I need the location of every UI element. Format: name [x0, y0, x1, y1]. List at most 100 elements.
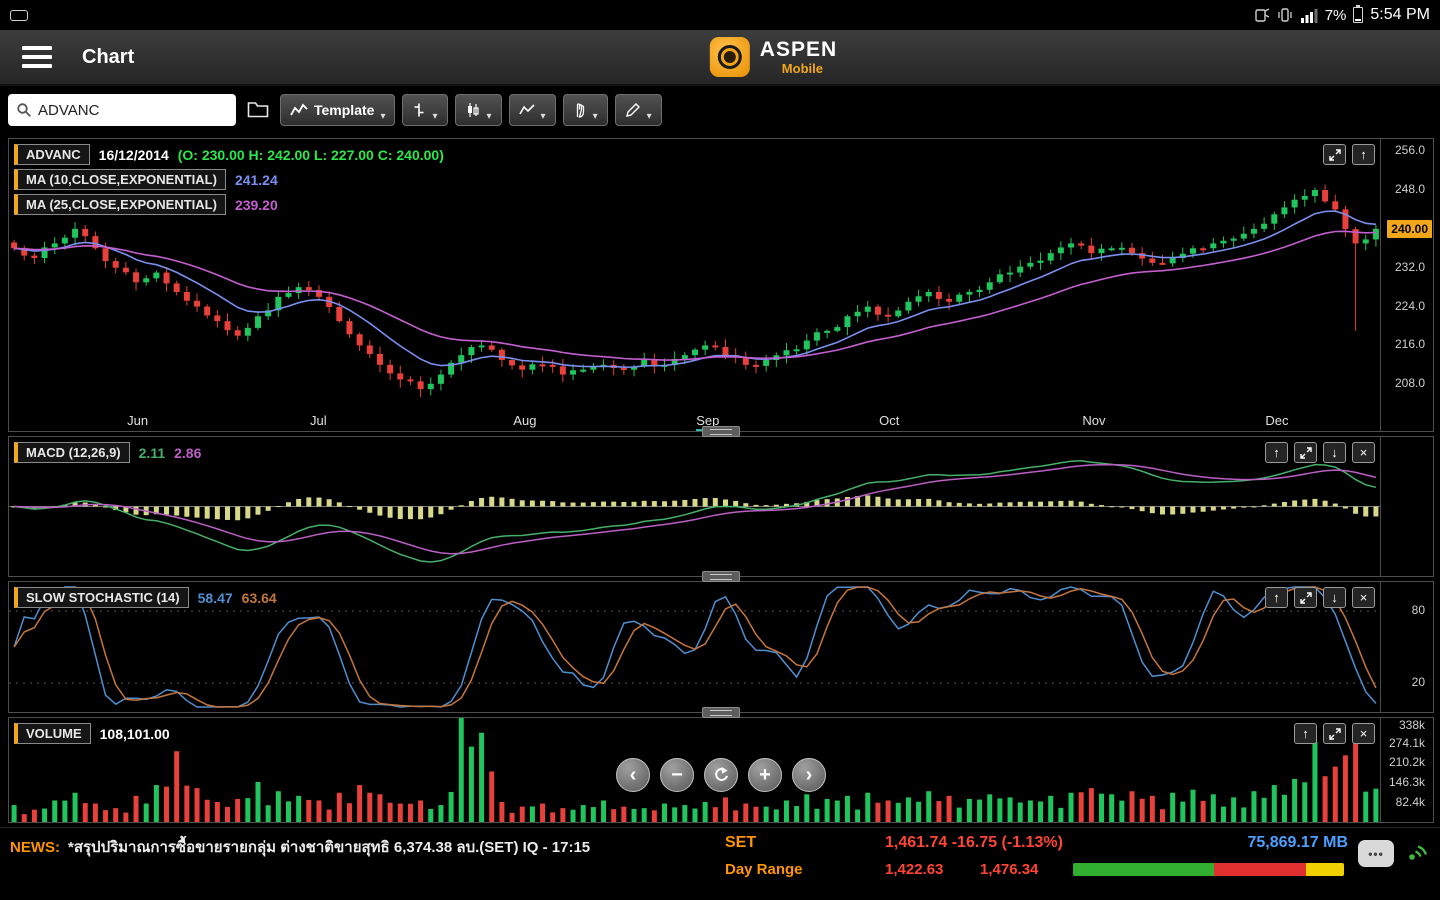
ohlc-style-dropdown[interactable]: ▾ — [402, 94, 448, 126]
broadcast-button[interactable] — [1406, 841, 1432, 868]
move-panel-up-button[interactable]: ↑ — [1265, 587, 1288, 608]
move-panel-up-button[interactable]: ↑ — [1294, 723, 1317, 744]
open-chart-button[interactable] — [243, 98, 273, 123]
chart-nav-controls: ‹ − + › — [616, 758, 826, 792]
ma25-value: 239.20 — [234, 196, 278, 213]
panel-resize-handle[interactable] — [702, 707, 740, 718]
zoom-in-button[interactable]: + — [748, 758, 782, 792]
template-dropdown[interactable]: Template ▾ — [280, 94, 396, 126]
stochastic-axis-label: 80 — [1411, 603, 1425, 617]
price-axis: 256.0 248.0 232.0 224.0 216.0 208.0 — [1381, 139, 1433, 431]
chevron-down-icon: ▾ — [486, 111, 492, 122]
time-axis: Jun Jul Aug Sep Oct Nov Dec — [9, 411, 1381, 431]
chart-toolbar: Template ▾ ▾ ▾ ▾ ▾ ▾ — [0, 86, 1440, 134]
ellipsis-icon: ••• — [1368, 846, 1384, 861]
hand-cursor-icon — [576, 103, 584, 118]
stochastic-tag[interactable]: SLOW STOCHASTIC (14) — [14, 587, 189, 608]
chevron-left-icon: ‹ — [629, 763, 637, 786]
close-panel-button[interactable]: × — [1352, 587, 1375, 608]
stochastic-panel[interactable]: 80 20 SLOW STOCHASTIC (14) 58.47 63.64 ↑ … — [8, 581, 1434, 718]
close-panel-button[interactable]: × — [1352, 723, 1375, 744]
move-panel-down-button[interactable]: ↓ — [1323, 587, 1346, 608]
symbol-search-input[interactable] — [38, 101, 208, 119]
panel-controls: ↑ ↓ × — [1265, 587, 1375, 608]
line-chart-icon — [290, 103, 308, 116]
price-chart-panel[interactable]: 256.0 248.0 232.0 224.0 216.0 208.0 240.00 AD… — [8, 138, 1434, 437]
maximize-panel-button[interactable] — [1294, 587, 1317, 608]
set-change: 1,461.74 -16.75 (-1.13%) — [885, 834, 1063, 851]
logo-subtitle: Mobile — [781, 61, 823, 76]
maximize-panel-button[interactable] — [1323, 723, 1346, 744]
zoom-out-button[interactable]: − — [660, 758, 694, 792]
expand-icon — [1299, 591, 1312, 604]
stochastic-axis-label: 20 — [1411, 675, 1425, 689]
candlestick-style-dropdown[interactable]: ▾ — [454, 94, 502, 126]
volume-panel[interactable]: 338k 274.1k 210.2k 146.3k 82.4k VOLUME 108,1… — [8, 717, 1434, 823]
move-panel-up-button[interactable]: ↑ — [1352, 144, 1375, 165]
search-icon — [17, 103, 31, 117]
panel-resize-handle[interactable] — [702, 426, 740, 437]
maximize-panel-button[interactable] — [1323, 144, 1346, 165]
chevron-down-icon: ▾ — [646, 111, 652, 122]
stochastic-d-value: 63.64 — [241, 589, 277, 606]
maximize-panel-button[interactable] — [1294, 442, 1317, 463]
cursor-tool-dropdown[interactable]: ▾ — [562, 94, 608, 126]
move-panel-up-button[interactable]: ↑ — [1265, 442, 1288, 463]
ma25-tag[interactable]: MA (25,CLOSE,EXPONENTIAL) — [14, 194, 226, 215]
move-panel-down-button[interactable]: ↓ — [1323, 442, 1346, 463]
macd-value: 2.11 — [138, 444, 166, 461]
volume-axis-label: 338k — [1398, 718, 1425, 732]
price-axis-label: 224.0 — [1394, 298, 1425, 313]
symbol-search[interactable] — [8, 94, 236, 126]
clock: 5:54 PM — [1370, 6, 1430, 23]
close-panel-button[interactable]: × — [1352, 442, 1375, 463]
price-axis-label: 232.0 — [1394, 259, 1425, 274]
usb-status-icon — [10, 9, 28, 21]
battery-percent: 7% — [1324, 6, 1347, 24]
set-label: SET — [725, 834, 757, 851]
last-price-badge: 240.00 — [1387, 219, 1432, 238]
pan-right-button[interactable]: › — [792, 758, 826, 792]
expand-icon — [1299, 446, 1312, 459]
draw-tool-dropdown[interactable]: ▾ — [614, 94, 662, 126]
panel-controls: ↑ × — [1294, 723, 1375, 744]
price-axis-label: 248.0 — [1394, 182, 1425, 196]
menu-button[interactable] — [22, 46, 52, 70]
pencil-icon — [625, 103, 640, 117]
volume-tag[interactable]: VOLUME — [14, 723, 91, 744]
chevron-down-icon: ▾ — [592, 111, 598, 122]
volume-axis: 338k 274.1k 210.2k 146.3k 82.4k — [1381, 718, 1433, 822]
macd-panel[interactable]: MACD (12,26,9) 2.11 2.86 ↑ ↓ × — [8, 436, 1434, 582]
arrow-up-icon: ↑ — [1302, 726, 1309, 741]
set-market-value: 75,869.17 MB — [1247, 834, 1348, 851]
symbol-tag[interactable]: ADVANC — [14, 144, 90, 165]
day-range-label: Day Range — [725, 861, 803, 878]
close-icon: × — [1359, 726, 1368, 741]
panel-resize-handle[interactable] — [702, 571, 740, 582]
network-icon — [1255, 8, 1270, 22]
news-ticker-row: NEWS: *สรุปปริมาณการซื้อขายรายกลุ่ม ต่าง… — [10, 835, 710, 859]
macd-chart[interactable] — [9, 437, 1381, 576]
ohlc-bar-icon — [414, 103, 424, 117]
ma10-tag[interactable]: MA (10,CLOSE,EXPONENTIAL) — [14, 169, 226, 190]
arrow-up-icon: ↑ — [1273, 590, 1280, 605]
price-axis-label: 256.0 — [1394, 143, 1425, 158]
bar-date: 16/12/2014 — [98, 146, 169, 163]
aspen-logo: ASPEN Mobile — [709, 37, 837, 77]
arrow-up-icon: ↑ — [1360, 147, 1367, 162]
price-axis-label: 208.0 — [1394, 376, 1425, 391]
panel-controls: ↑ — [1323, 144, 1375, 165]
expand-icon — [1328, 727, 1341, 740]
news-ticker[interactable]: *สรุปปริมาณการซื้อขายรายกลุ่ม ต่างชาติขา… — [68, 835, 590, 859]
price-axis-label: 216.0 — [1394, 337, 1425, 352]
ohlc-values: (O: 230.00 H: 242.00 L: 227.00 C: 240.00… — [177, 146, 444, 163]
macd-tag[interactable]: MACD (12,26,9) — [14, 442, 130, 463]
arrow-down-icon: ↓ — [1331, 445, 1338, 460]
ma10-value: 241.24 — [234, 171, 278, 188]
chat-button[interactable]: ••• — [1358, 840, 1394, 867]
reset-view-button[interactable] — [704, 758, 738, 792]
pan-left-button[interactable]: ‹ — [616, 758, 650, 792]
volume-value: 108,101.00 — [99, 725, 170, 742]
close-icon: × — [1359, 590, 1368, 605]
line-style-dropdown[interactable]: ▾ — [508, 94, 556, 126]
